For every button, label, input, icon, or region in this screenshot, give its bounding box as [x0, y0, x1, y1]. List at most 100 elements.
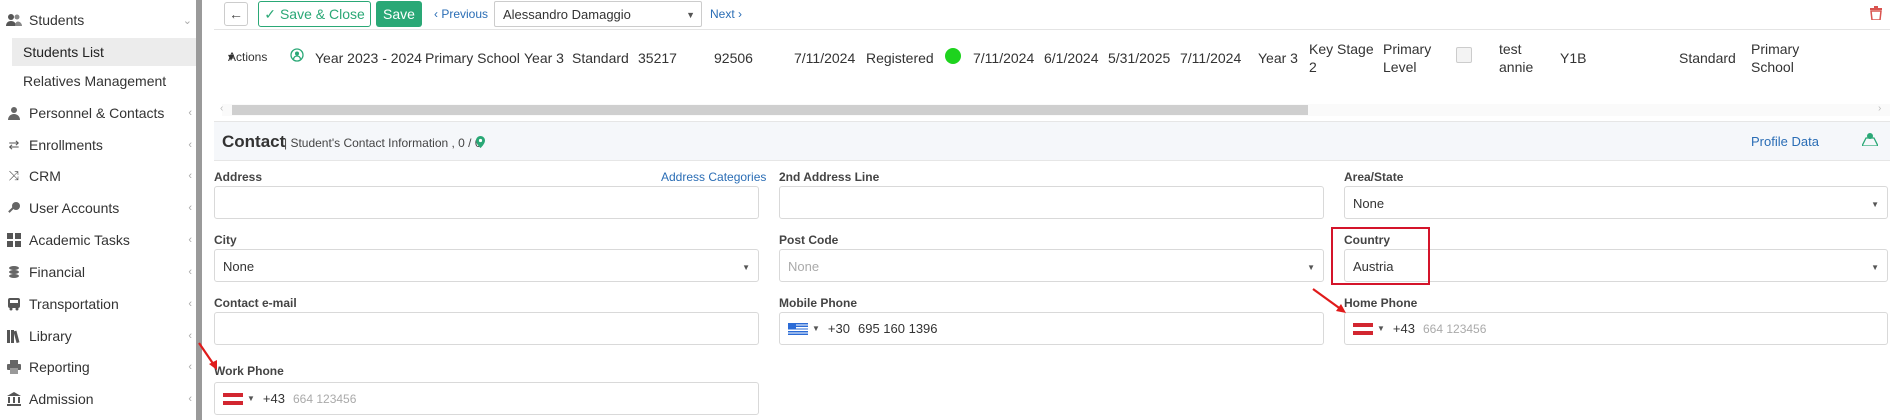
- city-select[interactable]: None ▼: [214, 249, 759, 282]
- grid-icon: [5, 232, 23, 248]
- home-phone-field[interactable]: ▼ +43 664 123456: [1344, 312, 1888, 345]
- actions-menu[interactable]: Actions ▾: [228, 50, 267, 64]
- chevron-icon: ‹: [188, 170, 192, 182]
- profile-icon[interactable]: [290, 48, 304, 65]
- info-test-1: test: [1499, 41, 1522, 57]
- city-value: None: [223, 259, 255, 274]
- key-icon: [5, 200, 23, 216]
- address2-input[interactable]: [779, 186, 1324, 219]
- nav-transportation-label: Transportation: [29, 296, 119, 312]
- caret-down-icon: ▼: [742, 263, 750, 272]
- printer-icon: [5, 359, 23, 375]
- chevron-right-icon: ›: [734, 7, 743, 21]
- address2-label: 2nd Address Line: [779, 170, 880, 184]
- info-date4: 5/31/2025: [1108, 50, 1171, 66]
- horizontal-scroll-thumb[interactable]: [232, 105, 1308, 115]
- nav-crm[interactable]: ⤨ CRM ‹: [0, 164, 196, 188]
- nav-crm-label: CRM: [29, 168, 61, 184]
- caret-down-icon[interactable]: ▼: [247, 394, 255, 403]
- check-icon: ✓: [264, 5, 276, 22]
- info-key-stage-1: Key Stage: [1309, 41, 1374, 57]
- nav-transportation[interactable]: Transportation ‹: [0, 292, 196, 316]
- email-label: Contact e-mail: [214, 296, 297, 310]
- trash-icon[interactable]: [1870, 6, 1882, 23]
- info-date1: 7/11/2024: [794, 50, 856, 66]
- work-phone-field[interactable]: ▼ +43 664 123456: [214, 382, 759, 415]
- nav-financial[interactable]: Financial ‹: [0, 260, 196, 284]
- postcode-select[interactable]: None ▼: [779, 249, 1324, 282]
- books-icon: [5, 328, 23, 344]
- work-phone-placeholder[interactable]: 664 123456: [293, 392, 356, 406]
- nav-personnel[interactable]: Personnel & Contacts ‹: [0, 101, 196, 125]
- save-close-button[interactable]: ✓ Save & Close: [258, 1, 371, 27]
- austria-flag-icon[interactable]: [223, 392, 243, 405]
- chevron-icon: ‹: [188, 361, 192, 373]
- nav-reporting[interactable]: Reporting ‹: [0, 355, 196, 379]
- info-school2-1: Primary: [1751, 41, 1800, 57]
- chevron-icon: ‹: [188, 266, 192, 278]
- caret-down-icon: ▼: [1871, 200, 1879, 209]
- email-input[interactable]: [214, 312, 759, 345]
- row-checkbox[interactable]: [1456, 47, 1472, 63]
- nav-personnel-label: Personnel & Contacts: [29, 105, 165, 121]
- mobile-number[interactable]: 695 160 1396: [858, 321, 938, 336]
- address-label: Address: [214, 170, 263, 184]
- sidebar-item-students-list[interactable]: Students List: [12, 38, 202, 66]
- caret-down-icon[interactable]: ▼: [1377, 324, 1385, 333]
- nav-enrollments-label: Enrollments: [29, 137, 103, 153]
- country-highlight-box: [1331, 227, 1430, 285]
- scroll-left-icon[interactable]: ‹: [220, 103, 223, 114]
- chevron-icon: ‹: [188, 234, 192, 246]
- nav-students[interactable]: Students ⌄: [0, 8, 196, 32]
- person-icon: [5, 105, 23, 121]
- austria-flag-icon[interactable]: [1353, 322, 1373, 335]
- caret-down-icon[interactable]: ▼: [812, 324, 820, 333]
- save-close-label: Save & Close: [279, 6, 365, 22]
- address-categories-link[interactable]: Address Categories: [661, 170, 766, 184]
- save-button[interactable]: Save: [376, 1, 422, 27]
- info-date5: 7/11/2024: [1180, 50, 1242, 66]
- greece-flag-icon[interactable]: [788, 322, 808, 335]
- profile-data-link[interactable]: Profile Data: [1751, 134, 1819, 149]
- address-input[interactable]: [214, 186, 759, 219]
- student-select[interactable]: Alessandro Damaggio ▼: [494, 1, 702, 27]
- mobile-label: Mobile Phone: [779, 296, 857, 310]
- info-code2: 92506: [714, 50, 753, 66]
- info-key-stage-2: 2: [1309, 59, 1317, 75]
- crm-icon: ⤨: [8, 168, 20, 183]
- nav-library[interactable]: Library ‹: [0, 324, 196, 348]
- next-link[interactable]: Next ›: [710, 7, 742, 21]
- nav-academic-tasks[interactable]: Academic Tasks ‹: [0, 228, 196, 252]
- next-label: Next: [710, 7, 735, 21]
- info-date2: 7/11/2024: [973, 50, 1035, 66]
- map-pin-icon[interactable]: [476, 136, 485, 151]
- bus-icon: [5, 296, 23, 312]
- nav-enrollments[interactable]: ⇄ Enrollments ‹: [0, 133, 196, 157]
- mobile-phone-field[interactable]: ▼ +30 695 160 1396: [779, 312, 1324, 345]
- mobile-dial-code: +30: [827, 321, 850, 336]
- info-level-1: Primary: [1383, 41, 1432, 57]
- nav-students-label: Students: [29, 12, 85, 28]
- nav-admission[interactable]: Admission ‹: [0, 387, 196, 411]
- work-phone-label: Work Phone: [214, 364, 284, 378]
- home-phone-placeholder[interactable]: 664 123456: [1423, 322, 1486, 336]
- nav-financial-label: Financial: [29, 264, 86, 280]
- caret-down-icon: ▼: [686, 10, 695, 20]
- scroll-right-icon[interactable]: ›: [1878, 103, 1881, 114]
- nav-user-accounts[interactable]: User Accounts ‹: [0, 196, 196, 220]
- postcode-value: None: [788, 259, 820, 274]
- swap-arrows-icon: ⇄: [8, 137, 20, 152]
- status-indicator: [945, 48, 961, 64]
- sidebar-item-relatives[interactable]: Relatives Management: [12, 67, 202, 95]
- caret-down-icon: ▼: [1871, 263, 1879, 272]
- student-info-row: Actions ▾ Year 2023 - 2024 Primary Schoo…: [214, 36, 1890, 82]
- toolbar: ← ✓ Save & Close Save ‹ Previous Alessan…: [214, 0, 1890, 30]
- info-grade: Year 3: [524, 50, 564, 66]
- nav-user-accounts-label: User Accounts: [29, 200, 120, 216]
- back-button[interactable]: ←: [224, 2, 248, 26]
- chevron-icon: ‹: [188, 139, 192, 151]
- previous-link[interactable]: ‹ Previous: [434, 7, 488, 21]
- arrow-left-icon: ←: [229, 6, 243, 22]
- area-select[interactable]: None ▼: [1344, 186, 1888, 219]
- map-icon[interactable]: [1860, 132, 1880, 149]
